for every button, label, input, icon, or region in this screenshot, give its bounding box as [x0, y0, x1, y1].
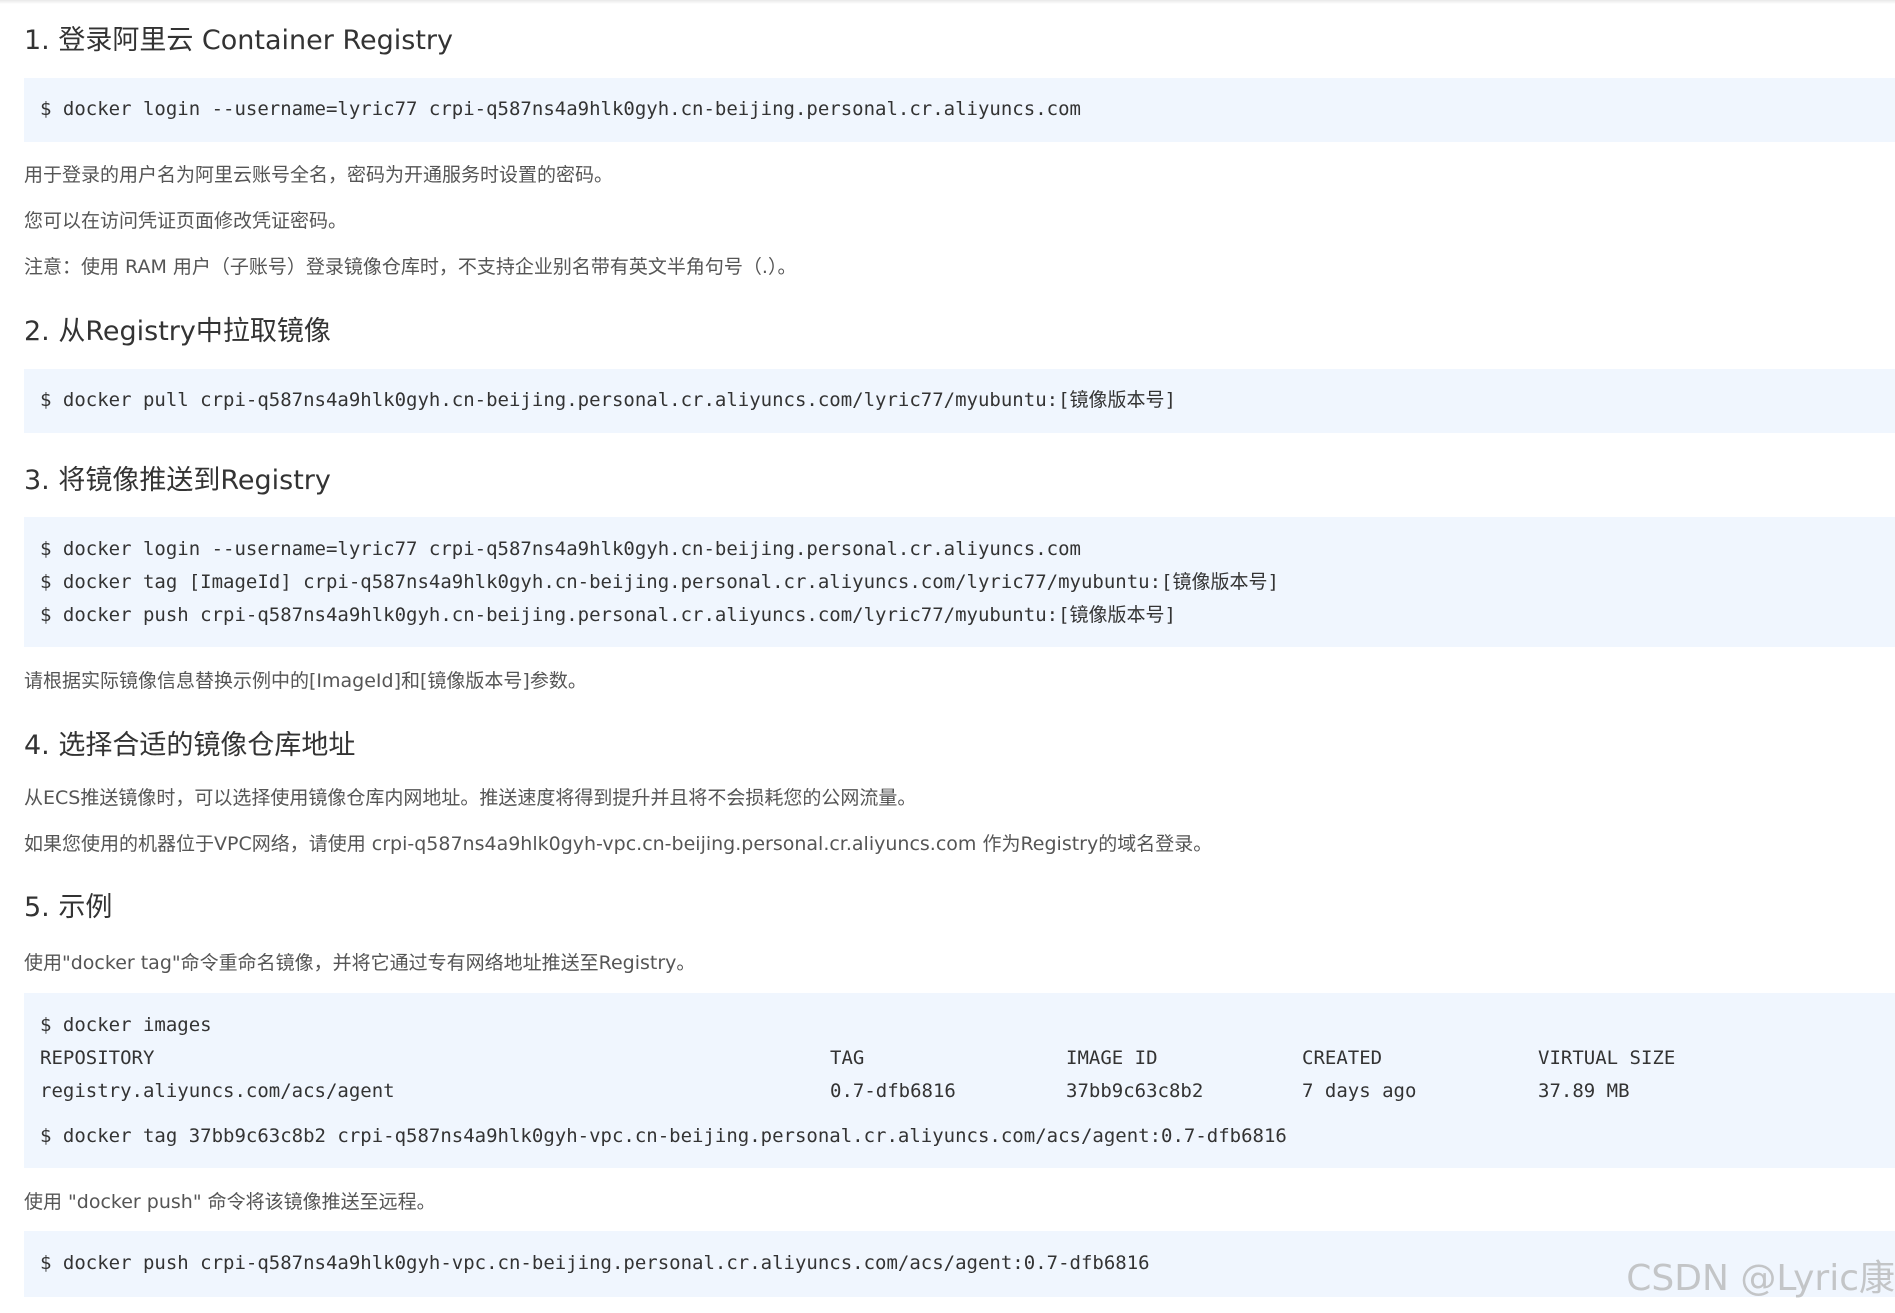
table-cell: 0.7-dfb6816 [830, 1080, 956, 1102]
note-text: 从ECS推送镜像时，可以选择使用镜像仓库内网地址。推送速度将得到提升并且将不会损… [24, 787, 917, 809]
top-shadow [0, 0, 1895, 4]
code-block-login[interactable]: $ docker login --username=lyric77 crpi-q… [24, 78, 1895, 142]
table-header: VIRTUAL SIZE [1538, 1047, 1676, 1069]
table-header: TAG [830, 1047, 865, 1069]
code-line: $ docker push crpi-q587ns4a9hlk0gyh.cn-b… [40, 604, 1176, 626]
section-5-title: 5. 示例 [24, 892, 113, 923]
table-header: REPOSITORY [40, 1047, 155, 1069]
code-line: $ docker login --username=lyric77 crpi-q… [40, 98, 1081, 120]
watermark: CSDN @Lyric康 [1626, 1258, 1895, 1299]
section-1-title: 1. 登录阿里云 Container Registry [24, 25, 453, 56]
note-text: 使用"docker tag"命令重命名镜像，并将它通过专有网络地址推送至Regi… [24, 952, 696, 974]
note-text: 如果您使用的机器位于VPC网络，请使用 crpi-q587ns4a9hlk0gy… [24, 833, 1213, 855]
code-line: $ docker pull crpi-q587ns4a9hlk0gyh.cn-b… [40, 389, 1176, 411]
code-block-pull[interactable]: $ docker pull crpi-q587ns4a9hlk0gyh.cn-b… [24, 369, 1895, 433]
note-text: 注意：使用 RAM 用户（子账号）登录镜像仓库时，不支持企业别名带有英文半角句号… [24, 256, 797, 278]
note-text: 您可以在访问凭证页面修改凭证密码。 [24, 210, 348, 232]
table-cell: 37bb9c63c8b2 [1066, 1080, 1204, 1102]
table-header-row: REPOSITORY TAG IMAGE ID CREATED VIRTUAL … [40, 1042, 1895, 1075]
table-cell: 37.89 MB [1538, 1080, 1630, 1102]
table-cell: 7 days ago [1302, 1080, 1417, 1102]
note-text: 用于登录的用户名为阿里云账号全名，密码为开通服务时设置的密码。 [24, 164, 614, 186]
section-4-title: 4. 选择合适的镜像仓库地址 [24, 730, 356, 761]
table-cell: registry.aliyuncs.com/acs/agent [40, 1080, 395, 1102]
code-block-push-example[interactable]: $ docker push crpi-q587ns4a9hlk0gyh-vpc.… [24, 1231, 1895, 1297]
table-row: registry.aliyuncs.com/acs/agent 0.7-dfb6… [40, 1075, 1895, 1108]
table-header: CREATED [1302, 1047, 1383, 1069]
code-block-push[interactable]: $ docker login --username=lyric77 crpi-q… [24, 517, 1895, 647]
section-2-title: 2. 从Registry中拉取镜像 [24, 316, 331, 347]
code-line: $ docker push crpi-q587ns4a9hlk0gyh-vpc.… [40, 1252, 1150, 1274]
code-line: $ docker images [40, 1014, 212, 1036]
code-block-example[interactable]: $ docker images REPOSITORY TAG IMAGE ID … [24, 993, 1895, 1168]
table-header: IMAGE ID [1066, 1047, 1158, 1069]
note-text: 请根据实际镜像信息替换示例中的[ImageId]和[镜像版本号]参数。 [24, 670, 587, 692]
code-line: $ docker login --username=lyric77 crpi-q… [40, 538, 1081, 560]
note-text: 使用 "docker push" 命令将该镜像推送至远程。 [24, 1191, 436, 1213]
code-line: $ docker tag 37bb9c63c8b2 crpi-q587ns4a9… [40, 1125, 1287, 1147]
code-line: $ docker tag [ImageId] crpi-q587ns4a9hlk… [40, 571, 1279, 593]
section-3-title: 3. 将镜像推送到Registry [24, 465, 331, 496]
